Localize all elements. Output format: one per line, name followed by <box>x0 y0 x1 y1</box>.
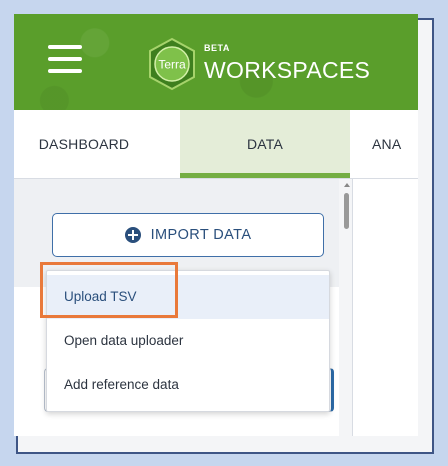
import-data-menu: Upload TSV Open data uploader Add refere… <box>46 270 330 412</box>
workspace-tabs: DASHBOARD DATA ANA <box>14 110 418 179</box>
tab-data[interactable]: DATA <box>180 110 350 178</box>
beta-badge: BETA <box>204 43 230 53</box>
menu-item-upload-tsv[interactable]: Upload TSV <box>47 275 329 319</box>
app-title: WORKSPACES <box>204 57 371 83</box>
scroll-up-arrow-icon[interactable] <box>344 183 350 187</box>
top-header-bar: Terra BETA WORKSPACES <box>14 14 418 110</box>
sidebar-scrollbar[interactable] <box>343 179 351 436</box>
svg-text:Terra: Terra <box>158 58 186 72</box>
terra-logo[interactable]: Terra <box>144 36 200 92</box>
menu-item-open-data-uploader[interactable]: Open data uploader <box>47 319 329 363</box>
import-data-label: IMPORT DATA <box>150 227 252 243</box>
scrollbar-thumb[interactable] <box>344 193 349 229</box>
plus-circle-icon <box>124 227 141 243</box>
menu-item-add-reference-data[interactable]: Add reference data <box>47 363 329 407</box>
tab-dashboard[interactable]: DASHBOARD <box>14 110 154 178</box>
tab-analyses[interactable]: ANA <box>372 110 448 178</box>
main-content-area <box>353 179 418 436</box>
hamburger-menu-icon[interactable] <box>48 45 82 75</box>
import-data-button[interactable]: IMPORT DATA <box>52 213 324 257</box>
